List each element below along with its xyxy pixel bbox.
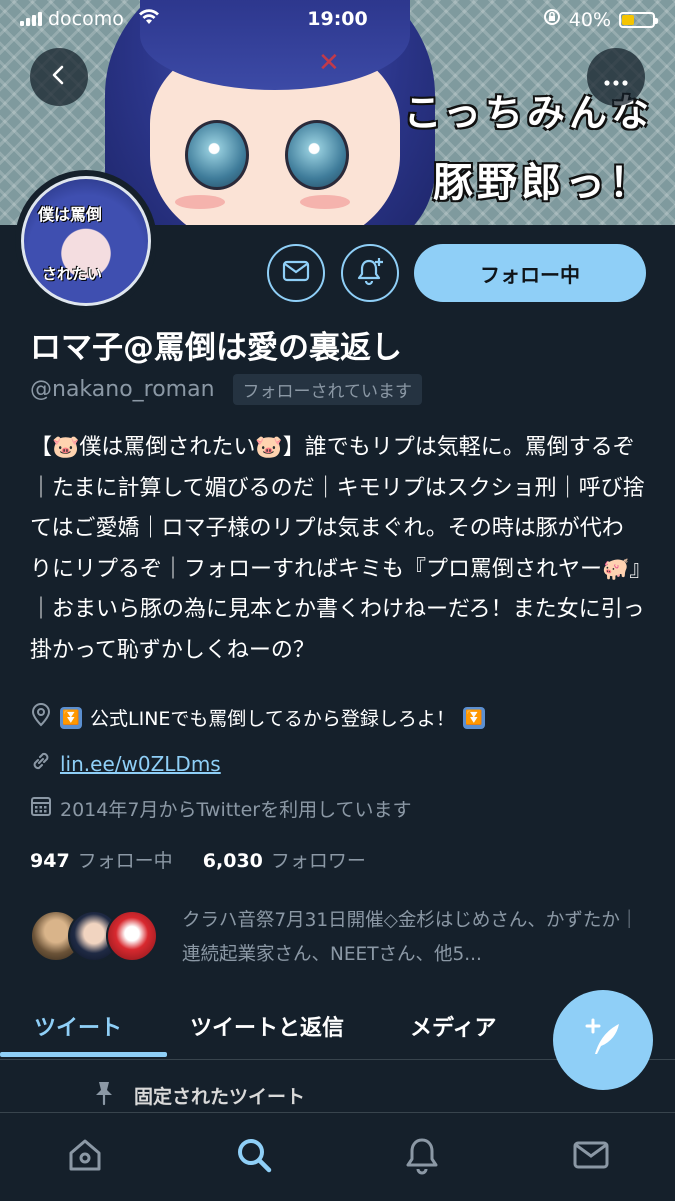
followers-label: フォロワー xyxy=(270,850,366,872)
double-down-icon: ⏬ xyxy=(462,706,485,729)
nav-notifications[interactable] xyxy=(400,1135,444,1179)
pinned-tweet-header: 固定されたツイート xyxy=(92,1080,305,1111)
joined-text: 2014年7月からTwitterを利用しています xyxy=(60,799,412,821)
joined-row: 2014年7月からTwitterを利用しています xyxy=(30,795,412,822)
message-button[interactable] xyxy=(267,244,325,302)
avatar-text-line1: 僕は罵倒 xyxy=(38,205,103,224)
following-count: 947 xyxy=(30,850,70,872)
known-followers[interactable]: クラハ音祭7月31日開催◇金杉はじめさん、かずたか｜連続起業家さん、NEETさん… xyxy=(30,904,650,974)
known-followers-text: クラハ音祭7月31日開催◇金杉はじめさん、かずたか｜連続起業家さん、NEETさん… xyxy=(182,910,639,965)
known-follower-avatar xyxy=(106,910,158,962)
handle: @nakano_roman xyxy=(30,377,215,402)
calendar-icon xyxy=(30,795,52,822)
handle-row: @nakano_roman フォローされています xyxy=(30,374,423,405)
battery-fill xyxy=(622,14,634,25)
bell-icon xyxy=(402,1135,442,1179)
compose-button[interactable] xyxy=(553,990,653,1090)
link-icon xyxy=(30,750,52,777)
nav-home[interactable] xyxy=(63,1135,107,1179)
status-bar: docomo 19:00 40% xyxy=(0,0,675,38)
profile-link[interactable]: lin.ee/w0ZLDms xyxy=(60,752,221,776)
notify-button[interactable] xyxy=(341,244,399,302)
pinned-label: 固定されたツイート xyxy=(134,1086,306,1108)
bio: 【🐷僕は罵倒されたい🐷】誰でもリプは気軽に。罵倒するぞ｜たまに計算して媚びるのだ… xyxy=(30,435,645,663)
home-icon xyxy=(65,1135,105,1179)
nav-messages[interactable] xyxy=(569,1135,613,1179)
more-horizontal-icon xyxy=(603,61,629,94)
back-button[interactable] xyxy=(30,48,88,106)
location-pin-icon xyxy=(30,703,52,732)
avatar[interactable]: 僕は罵倒 されたい xyxy=(15,170,157,312)
tab-tweets-and-replies[interactable]: ツイートと返信 xyxy=(190,995,344,1057)
banner-art-eye-right xyxy=(285,120,349,190)
display-name: ロマ子@罵倒は愛の裏返し xyxy=(30,330,402,366)
envelope-icon xyxy=(571,1135,611,1179)
following-label: フォロー中 xyxy=(77,850,173,872)
active-tab-indicator xyxy=(0,1052,167,1057)
followers-stat[interactable]: 6,030 フォロワー xyxy=(203,850,366,872)
banner-art-blush-right xyxy=(300,195,350,209)
battery-icon xyxy=(619,11,658,28)
tab-media[interactable]: メディア xyxy=(410,995,496,1057)
battery-percent: 40% xyxy=(568,8,611,31)
follow-stats: 947 フォロー中 6,030 フォロワー xyxy=(30,846,366,873)
nav-search[interactable] xyxy=(232,1135,276,1179)
avatar-text-line2: されたい xyxy=(42,265,103,283)
following-stat[interactable]: 947 フォロー中 xyxy=(30,850,173,872)
search-icon xyxy=(234,1135,274,1179)
pin-icon xyxy=(92,1080,116,1111)
banner-caption-line2: 豚野郎っ！ xyxy=(433,159,653,206)
rotation-lock-icon xyxy=(543,8,561,31)
location-text: 公式LINEでも罵倒してるから登録しろよ！ xyxy=(90,708,455,730)
location-row: ⏬ 公式LINEでも罵倒してるから登録しろよ！ ⏬ xyxy=(30,703,485,732)
tab-tweets[interactable]: ツイート xyxy=(34,995,122,1057)
banner-art-hairclip: ✕ xyxy=(318,48,340,78)
link-row: lin.ee/w0ZLDms xyxy=(30,750,221,777)
mail-icon xyxy=(282,260,310,286)
banner-art-blush-left xyxy=(175,195,225,209)
chevron-left-icon xyxy=(47,61,71,94)
banner-art-eye-left xyxy=(185,120,249,190)
bell-plus-icon xyxy=(355,256,385,290)
more-button[interactable] xyxy=(587,48,645,106)
avatar-image: 僕は罵倒 されたい xyxy=(21,176,151,306)
double-down-icon: ⏬ xyxy=(60,706,82,729)
follows-you-badge: フォローされています xyxy=(232,374,423,405)
status-right: 40% xyxy=(543,8,658,31)
followers-count: 6,030 xyxy=(202,850,263,872)
bottom-navigation xyxy=(0,1112,675,1201)
following-button[interactable]: フォロー中 xyxy=(414,244,646,302)
compose-feather-icon xyxy=(579,1014,627,1066)
